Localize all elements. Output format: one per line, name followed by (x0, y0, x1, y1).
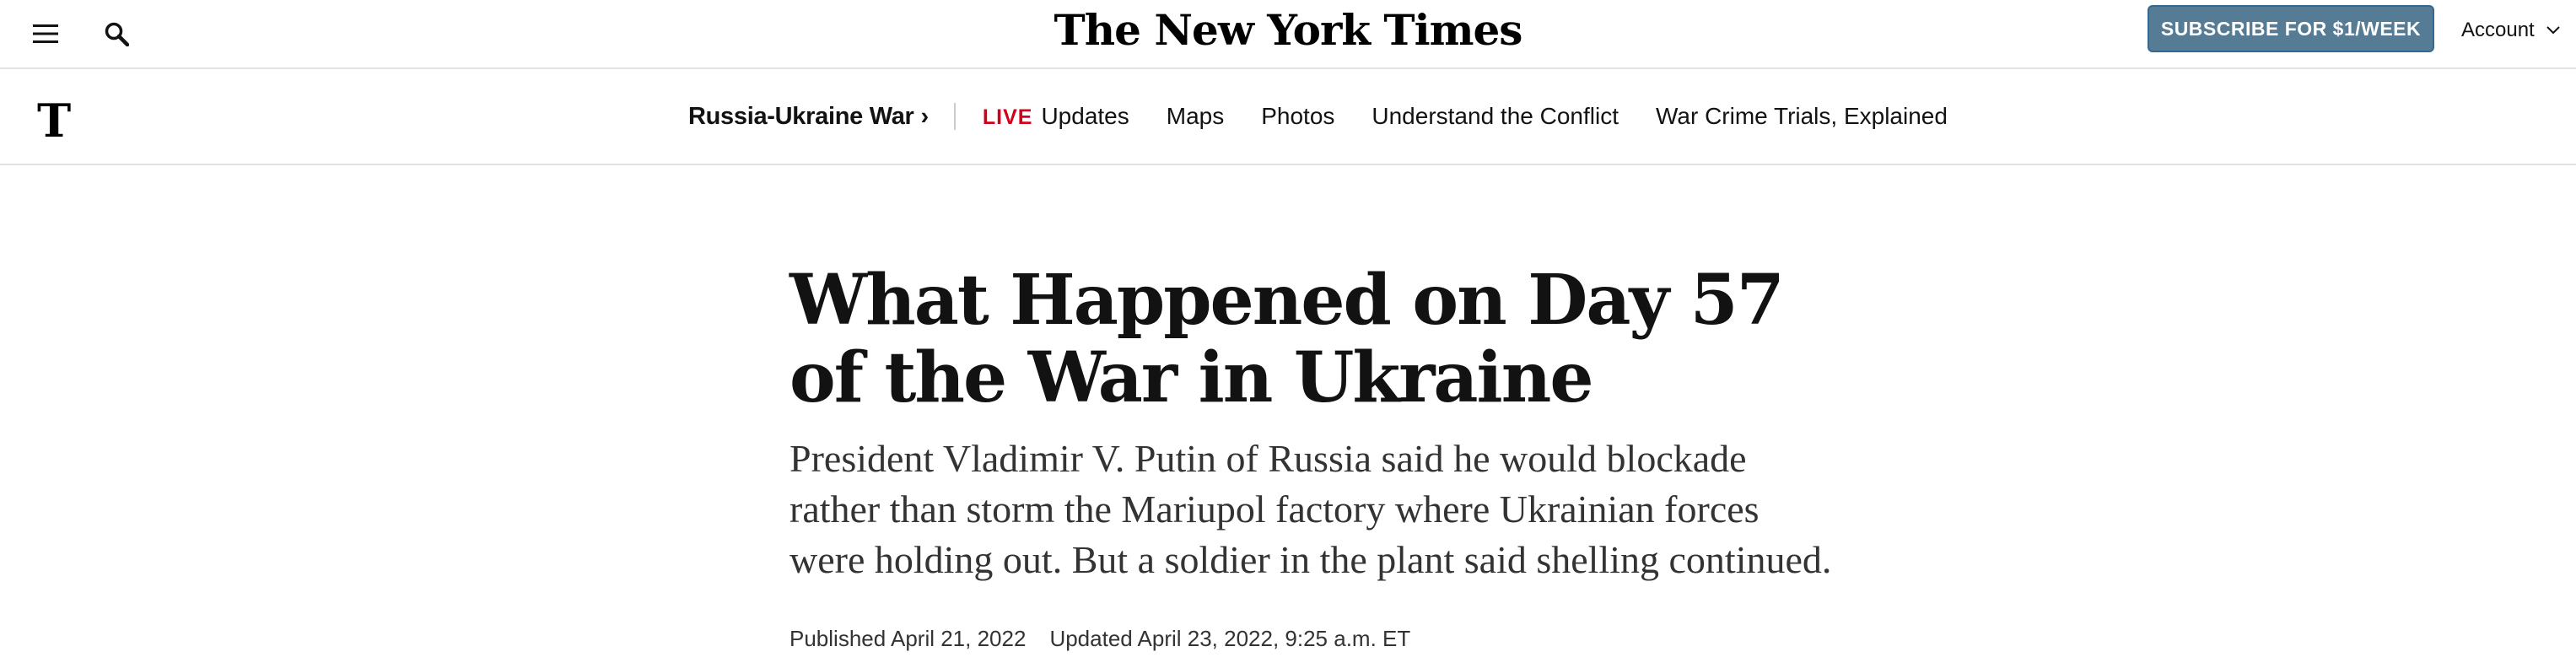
chevron-down-icon (2546, 26, 2560, 35)
published-date: Published April 21, 2022 (790, 626, 1027, 651)
nav-section-label: Russia-Ukraine War (688, 102, 914, 130)
nav-link-maps[interactable]: Maps (1167, 103, 1224, 130)
account-menu[interactable]: Account (2461, 19, 2560, 42)
account-label: Account (2461, 19, 2535, 41)
top-bar: The New York Times SUBSCRIBE FOR $1/WEEK… (0, 0, 2576, 69)
nav-section-russia-ukraine-war[interactable]: Russia-Ukraine War › (688, 103, 929, 131)
nav-link-label: Updates (1041, 103, 1129, 129)
nav-link-understand-the-conflict[interactable]: Understand the Conflict (1372, 103, 1619, 130)
nav-link-live-updates[interactable]: LIVE Updates (983, 103, 1129, 130)
nav-link-war-crime-trials[interactable]: War Crime Trials, Explained (1656, 103, 1948, 130)
section-nav-items: Russia-Ukraine War › LIVE Updates Maps Pho… (688, 69, 1985, 164)
updated-date: Updated April 23, 2022, 9:25 a.m. ET (1049, 626, 1411, 651)
nyt-t-logo[interactable]: T (37, 98, 71, 143)
article-headline: What Happened on Day 57 of the War in Uk… (790, 260, 1785, 418)
article-summary: President Vladimir V. Putin of Russia sa… (790, 437, 1832, 581)
nav-divider (953, 103, 956, 130)
chevron-right-icon: › (920, 102, 930, 130)
article-dates: Published April 21, 2022 Updated April 2… (790, 626, 1835, 652)
subscribe-button[interactable]: SUBSCRIBE FOR $1/WEEK (2148, 5, 2434, 52)
article-header: What Happened on Day 57 of the War in Uk… (790, 261, 1835, 652)
section-nav: T Russia-Ukraine War › LIVE Updates Maps P… (0, 69, 2576, 165)
nav-link-photos[interactable]: Photos (1261, 103, 1334, 130)
live-badge: LIVE (982, 105, 1033, 129)
